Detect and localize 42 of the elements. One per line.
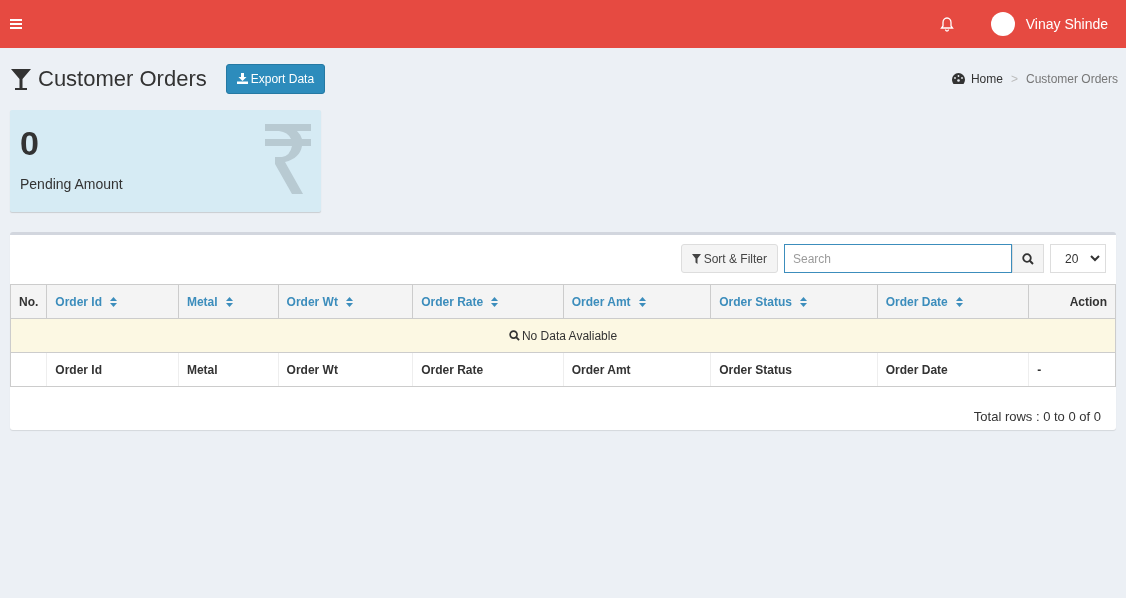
footer-cell: Order Amt — [571, 362, 631, 377]
stat-value: 0 — [20, 124, 40, 162]
sort-filter-button[interactable]: Sort & Filter — [680, 244, 778, 273]
avatar[interactable] — [990, 12, 1015, 36]
breadcrumb-separator: > — [1010, 70, 1018, 88]
sort-icon — [638, 296, 646, 307]
sort-icon — [345, 296, 353, 307]
breadcrumb-current: Customer Orders — [1025, 70, 1118, 88]
cocktail-glass-icon — [10, 66, 32, 91]
search-icon — [508, 329, 520, 341]
sort-icon — [491, 296, 499, 307]
sort-icon — [225, 296, 233, 307]
footer-cell: Order Date — [885, 362, 948, 377]
sort-icon — [955, 296, 963, 307]
footer-cell: Metal — [186, 362, 218, 377]
footer-cell: Order Wt — [286, 362, 338, 377]
column-header: No. — [19, 294, 39, 309]
menu-icon[interactable] — [10, 19, 22, 29]
stat-label: Pending Amount — [20, 175, 123, 194]
page-title: Customer Orders — [38, 65, 207, 93]
download-icon — [236, 73, 248, 84]
bell-icon[interactable] — [939, 16, 954, 32]
search-icon — [1022, 252, 1034, 265]
total-rows-text: Total rows : 0 to 0 of 0 — [973, 408, 1101, 426]
user-name[interactable]: Vinay Shinde — [1025, 13, 1108, 35]
sort-icon — [110, 296, 118, 307]
footer-cell: - — [1037, 362, 1042, 377]
breadcrumb-link[interactable]: Home — [970, 69, 1003, 88]
page-size-select[interactable]: 20 — [1050, 244, 1106, 273]
sort-icon — [799, 296, 807, 307]
chevron-down-icon — [1090, 255, 1100, 262]
dashboard-icon — [951, 73, 965, 84]
export-data-button[interactable]: Export Data — [225, 63, 326, 94]
rupee-icon — [265, 124, 311, 196]
footer-cell: Order Id — [55, 362, 103, 377]
search-field[interactable]: Search — [784, 244, 1012, 273]
footer-cell: Order Status — [719, 362, 792, 377]
footer-cell: Order Rate — [421, 362, 484, 377]
filter-icon — [691, 253, 701, 264]
empty-message: No Data Avaliable — [521, 327, 618, 345]
column-header: Action — [1069, 294, 1107, 309]
search-button[interactable] — [1012, 244, 1044, 273]
